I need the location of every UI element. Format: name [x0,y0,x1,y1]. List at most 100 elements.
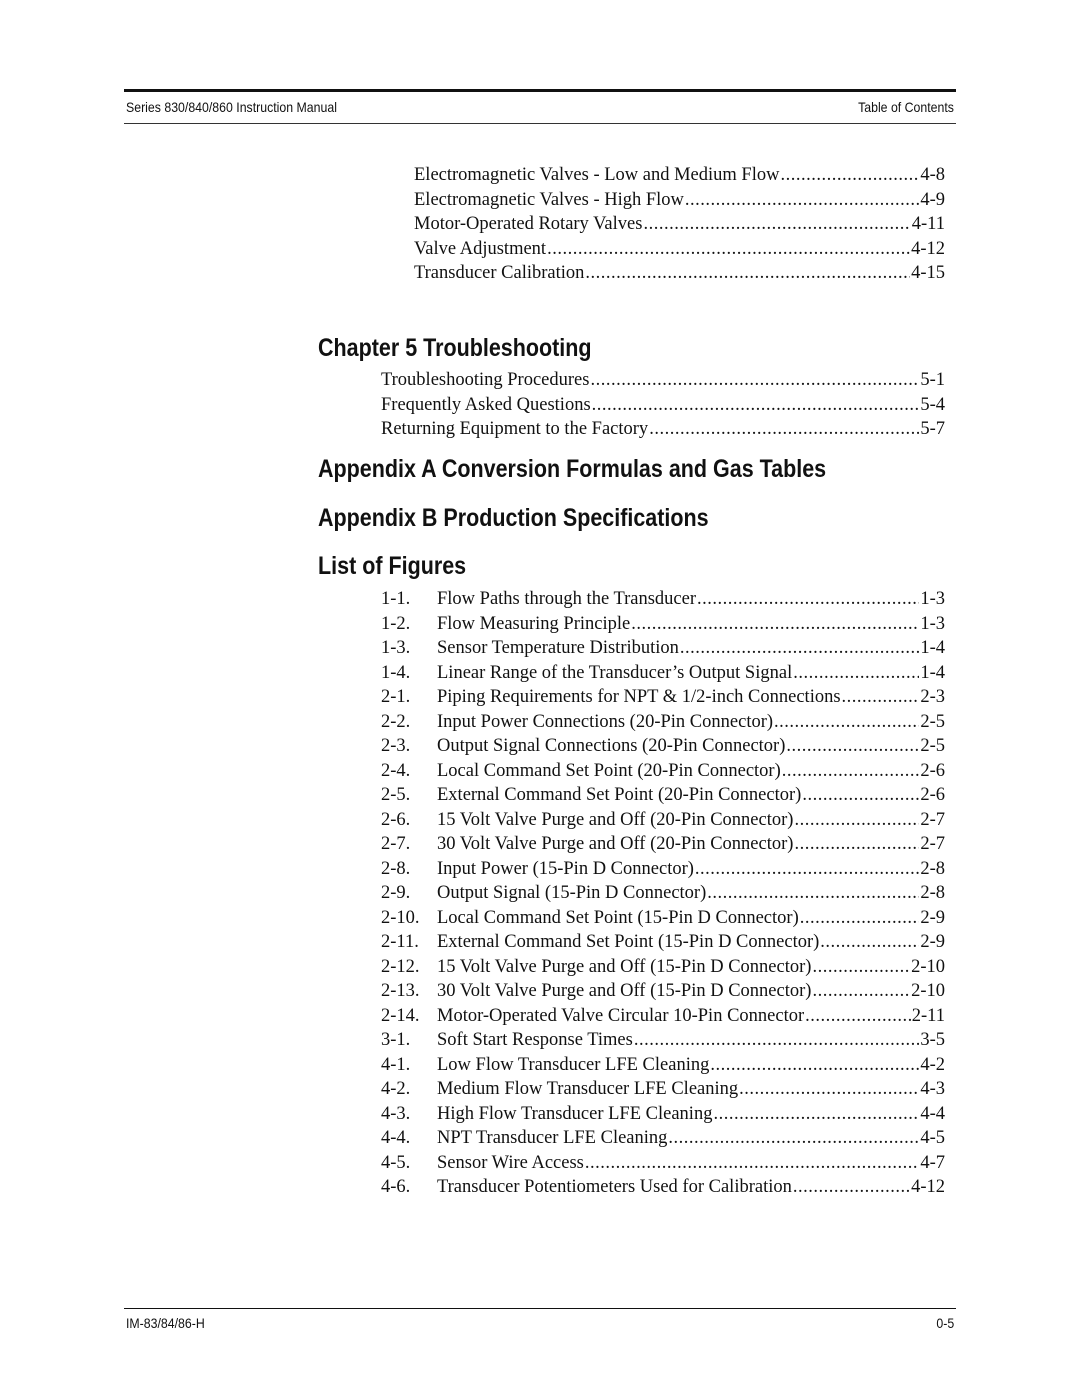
chapter5-heading[interactable]: Chapter 5 Troubleshooting [318,334,592,363]
dot-leader [794,834,919,855]
figure-title: Local Command Set Point (15-Pin D Connec… [437,907,799,928]
dot-leader [631,614,919,635]
figure-entry[interactable]: 2-7. 30 Volt Valve Purge and Off (20-Pin … [381,834,945,859]
dot-leader [802,785,919,806]
figure-page: 2-6 [920,760,945,781]
toc-entry-title: Electromagnetic Valves - Low and Medium … [414,165,780,185]
figure-number: 4-2. [381,1079,411,1099]
dot-leader [780,165,919,186]
dot-leader [793,1177,910,1198]
toc-entry[interactable]: Frequently Asked Questions 5-4 [381,395,945,420]
figure-title: 30 Volt Valve Purge and Off (20-Pin Conn… [437,834,794,854]
figure-entry[interactable]: 2-10. Local Command Set Point (15-Pin D C… [381,908,945,933]
figure-page: 2-8 [920,858,945,879]
figure-title: Input Power Connections (20-Pin Connecto… [437,711,774,732]
figure-entry[interactable]: 2-11. External Command Set Point (15-Pin … [381,932,945,957]
figure-entry[interactable]: 2-13. 30 Volt Valve Purge and Off (15-Pin… [381,981,945,1006]
list-of-figures-heading: List of Figures [318,552,467,580]
figure-page: 4-3 [920,1079,945,1099]
dot-leader [590,370,919,391]
figure-page: 4-4 [920,1103,945,1124]
figure-number: 2-1. [381,687,411,707]
figure-entry[interactable]: 2-4. Local Command Set Point (20-Pin Conn… [381,761,945,786]
footer-rule [124,1308,956,1309]
figure-entry[interactable]: 1-1. Flow Paths through the Transducer 1-3 [381,589,945,614]
figure-number: 4-3. [381,1103,411,1124]
figure-entry[interactable]: 2-14. Motor-Operated Valve Circular 10-Pi… [381,1006,945,1031]
dot-leader [585,1153,919,1174]
dot-leader [592,395,920,416]
figure-entry[interactable]: 1-2. Flow Measuring Principle 1-3 [381,614,945,639]
figure-entry[interactable]: 4-3. High Flow Transducer LFE Cleaning 4-4 [381,1104,945,1129]
figure-page: 2-10 [911,956,945,977]
toc-entry-title: Valve Adjustment [414,238,547,259]
figure-entry[interactable]: 2-2. Input Power Connections (20-Pin Conn… [381,712,945,737]
figure-entry[interactable]: 2-9. Output Signal (15-Pin D Connector) 2-… [381,883,945,908]
figure-entry[interactable]: 4-1. Low Flow Transducer LFE Cleaning 4-2 [381,1055,945,1080]
figure-title: High Flow Transducer LFE Cleaning [437,1103,713,1124]
dot-leader [794,810,919,831]
figure-entry[interactable]: 4-4. NPT Transducer LFE Cleaning 4-5 [381,1128,945,1153]
figure-number: 2-2. [381,711,411,732]
toc-entry[interactable]: Motor-Operated Rotary Valves 4-11 [414,214,945,239]
figure-page: 2-7 [920,834,945,854]
figure-entry[interactable]: 4-5. Sensor Wire Access 4-7 [381,1153,945,1178]
figure-entry[interactable]: 2-12. 15 Volt Valve Purge and Off (15-Pin… [381,957,945,982]
figure-page: 2-11 [911,1005,945,1026]
header-divider [124,123,956,124]
figure-title: Sensor Wire Access [437,1152,584,1173]
figure-number: 2-7. [381,834,411,854]
toc-entry[interactable]: Returning Equipment to the Factory 5-7 [381,419,945,444]
figure-number: 4-6. [381,1177,411,1197]
page-number: 0-5 [936,1315,954,1331]
figure-entry[interactable]: 4-6. Transducer Potentiometers Used for C… [381,1177,945,1202]
figure-entry[interactable]: 1-3. Sensor Temperature Distribution 1-4 [381,638,945,663]
manual-title: Series 830/840/860 Instruction Manual [126,99,337,115]
figure-entry[interactable]: 2-1. Piping Requirements for NPT & 1/2-in… [381,687,945,712]
chapter4-toc-list: Electromagnetic Valves - Low and Medium … [414,165,945,288]
appendix-b-heading[interactable]: Appendix B Production Specifications [318,504,709,533]
toc-entry[interactable]: Valve Adjustment 4-12 [414,239,945,264]
dot-leader [668,1128,919,1149]
figure-entry[interactable]: 3-1. Soft Start Response Times 3-5 [381,1030,945,1055]
toc-entry-page: 5-4 [920,394,945,415]
toc-entry[interactable]: Transducer Calibration 4-15 [414,263,945,288]
figure-entry[interactable]: 2-5. External Command Set Point (20-Pin C… [381,785,945,810]
toc-entry-title: Troubleshooting Procedures [381,370,590,390]
figure-title: Output Signal (15-Pin D Connector) [437,883,707,903]
figure-number: 2-6. [381,809,411,830]
figure-number: 4-1. [381,1054,411,1075]
section-title: Table of Contents [858,99,954,115]
figure-number: 3-1. [381,1030,411,1050]
dot-leader [842,687,920,708]
dot-leader [812,981,910,1002]
toc-entry-page: 4-12 [911,238,945,259]
toc-entry[interactable]: Electromagnetic Valves - High Flow 4-9 [414,190,945,215]
figure-title: Sensor Temperature Distribution [437,638,679,658]
figure-page: 1-3 [920,589,945,609]
figure-title: Flow Measuring Principle [437,613,631,634]
figure-entry[interactable]: 4-2. Medium Flow Transducer LFE Cleaning 4… [381,1079,945,1104]
figure-page: 4-7 [920,1152,945,1173]
figure-title: Transducer Potentiometers Used for Calib… [437,1177,792,1197]
figure-entry[interactable]: 2-8. Input Power (15-Pin D Connector) 2-8 [381,859,945,884]
dot-leader [685,190,919,211]
dot-leader [782,761,920,782]
figure-number: 1-4. [381,662,411,683]
figure-entry[interactable]: 1-4. Linear Range of the Transducer’s Out… [381,663,945,688]
toc-entry-page: 4-9 [920,189,945,210]
figure-title: 30 Volt Valve Purge and Off (15-Pin D Co… [437,981,812,1001]
toc-entry[interactable]: Troubleshooting Procedures 5-1 [381,370,945,395]
figure-number: 2-14. [381,1005,420,1026]
figure-number: 2-4. [381,760,411,781]
toc-entry[interactable]: Electromagnetic Valves - Low and Medium … [414,165,945,190]
figure-number: 4-5. [381,1152,411,1173]
figure-entry[interactable]: 2-3. Output Signal Connections (20-Pin Co… [381,736,945,761]
dot-leader [739,1079,919,1100]
figure-title: Soft Start Response Times [437,1030,633,1050]
chapter5-toc-list: Troubleshooting Procedures 5-1 Frequentl… [381,370,945,444]
figure-entry[interactable]: 2-6. 15 Volt Valve Purge and Off (20-Pin … [381,810,945,835]
figure-title: Low Flow Transducer LFE Cleaning [437,1054,710,1075]
figure-number: 1-2. [381,613,411,634]
appendix-a-heading[interactable]: Appendix A Conversion Formulas and Gas T… [318,455,826,484]
